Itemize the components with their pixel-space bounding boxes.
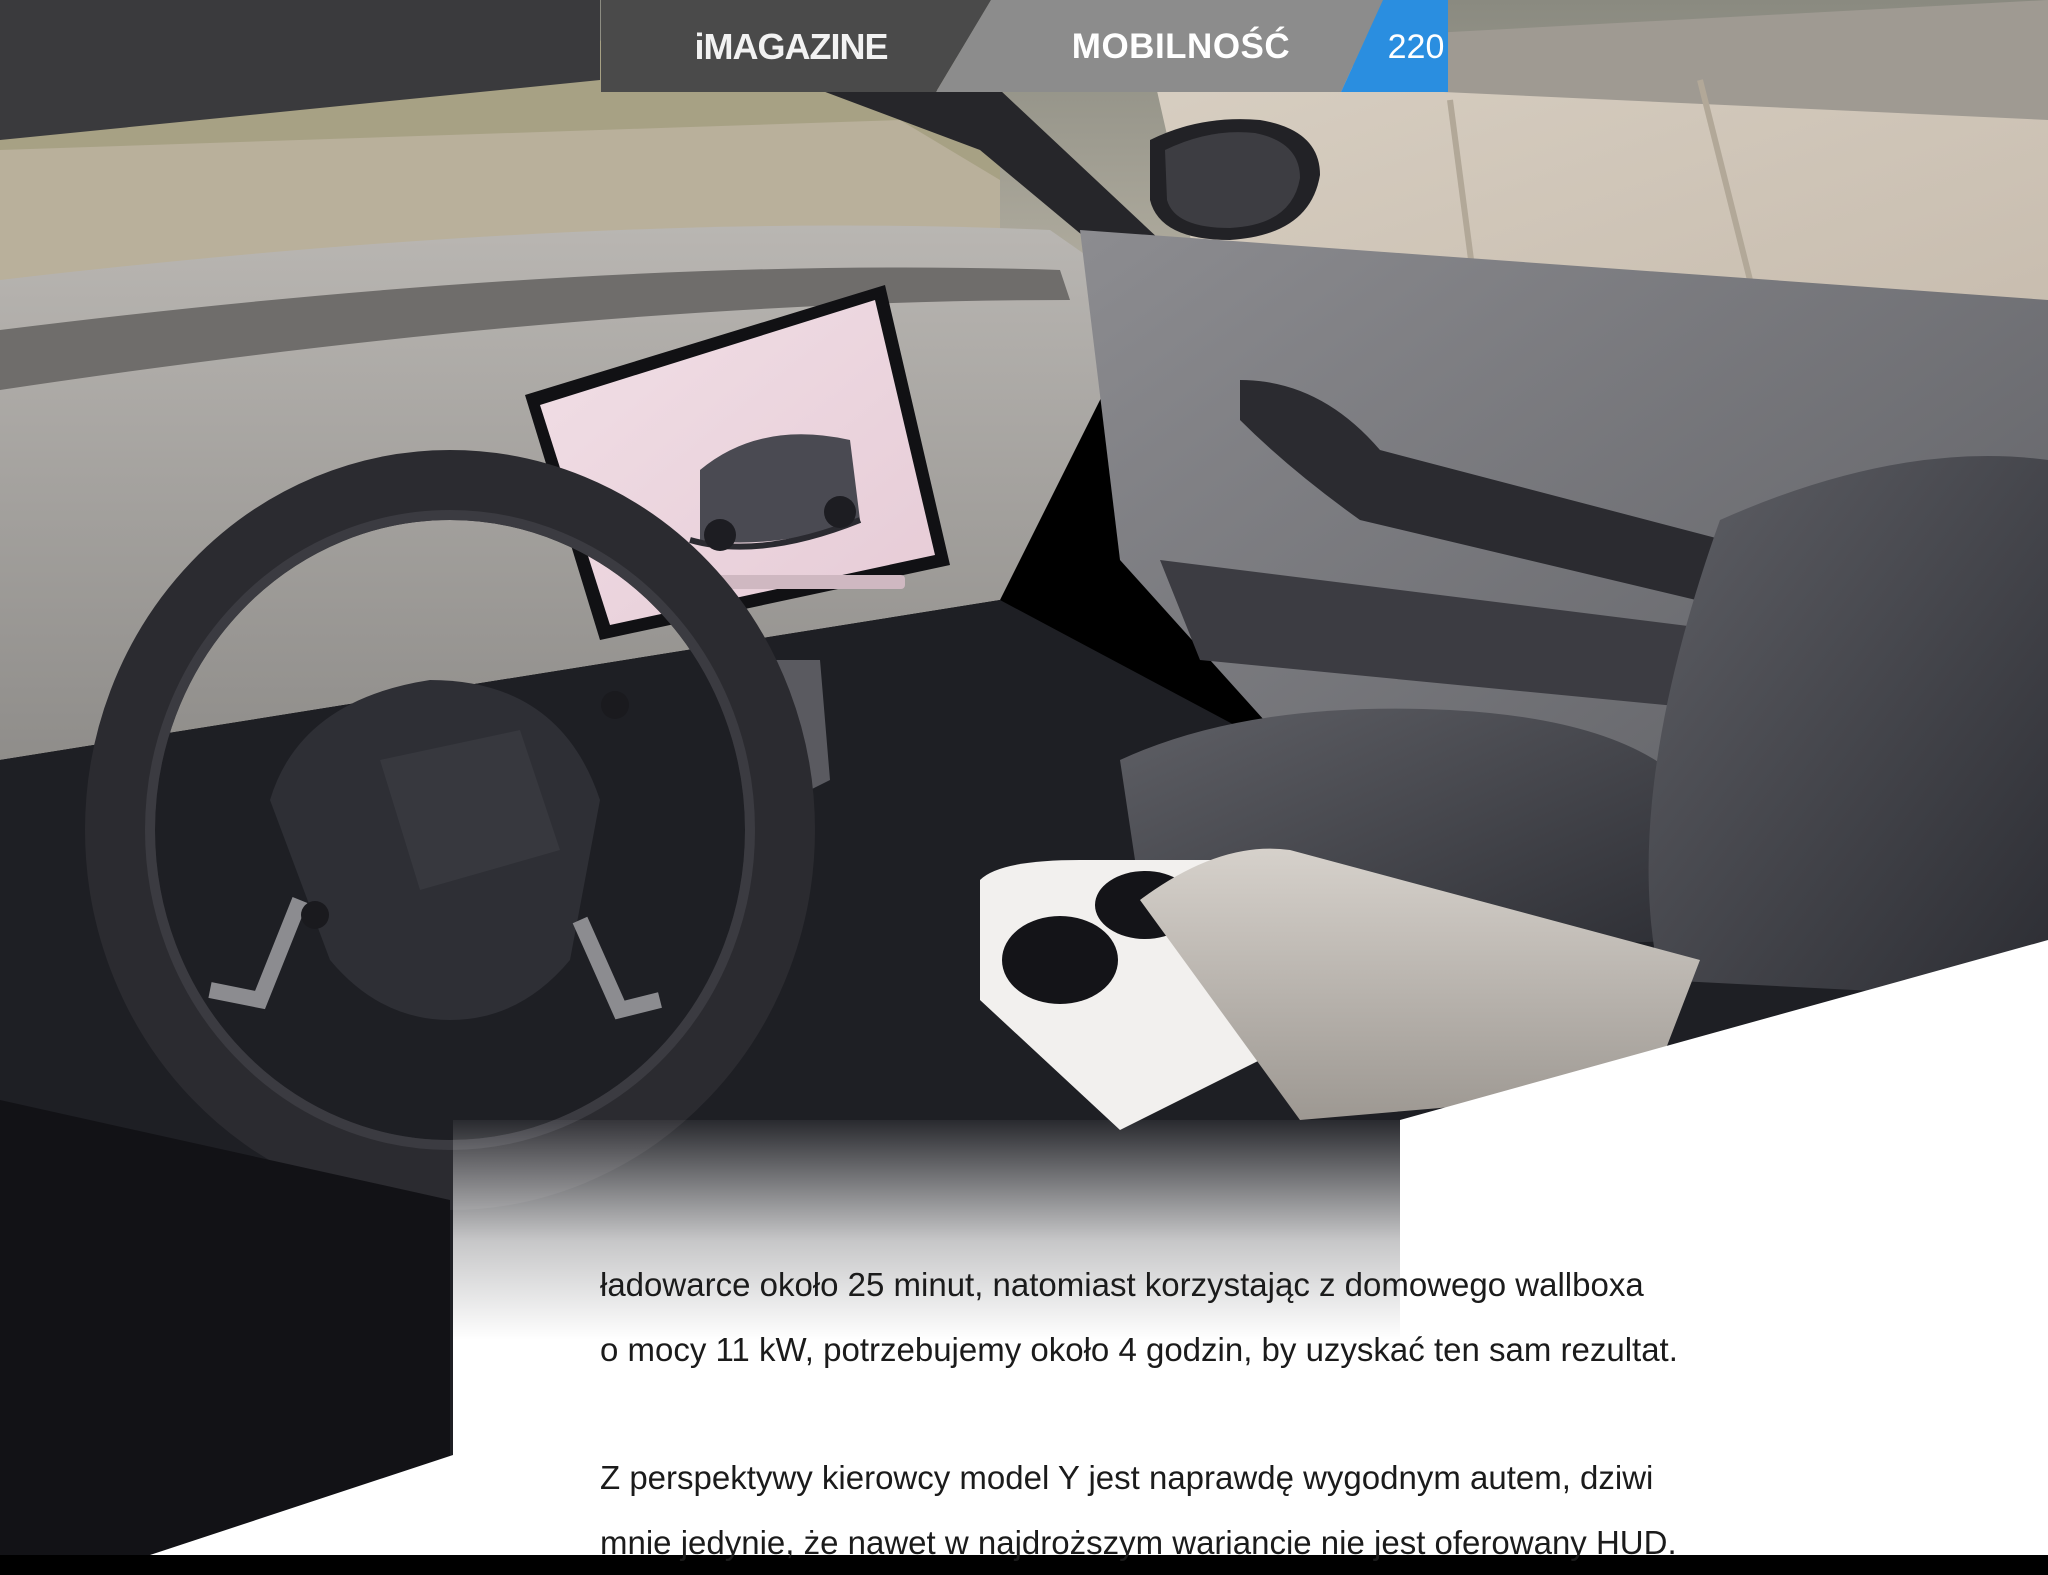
page-number: 220 bbox=[1387, 28, 1445, 66]
magazine-logo: iMAGAZINE bbox=[694, 26, 889, 67]
car-interior-photo bbox=[0, 0, 2048, 1555]
magazine-header: iMAGAZINE MOBILNOŚĆ 220 bbox=[601, 0, 1448, 92]
section-label: MOBILNOŚĆ bbox=[1071, 27, 1291, 66]
